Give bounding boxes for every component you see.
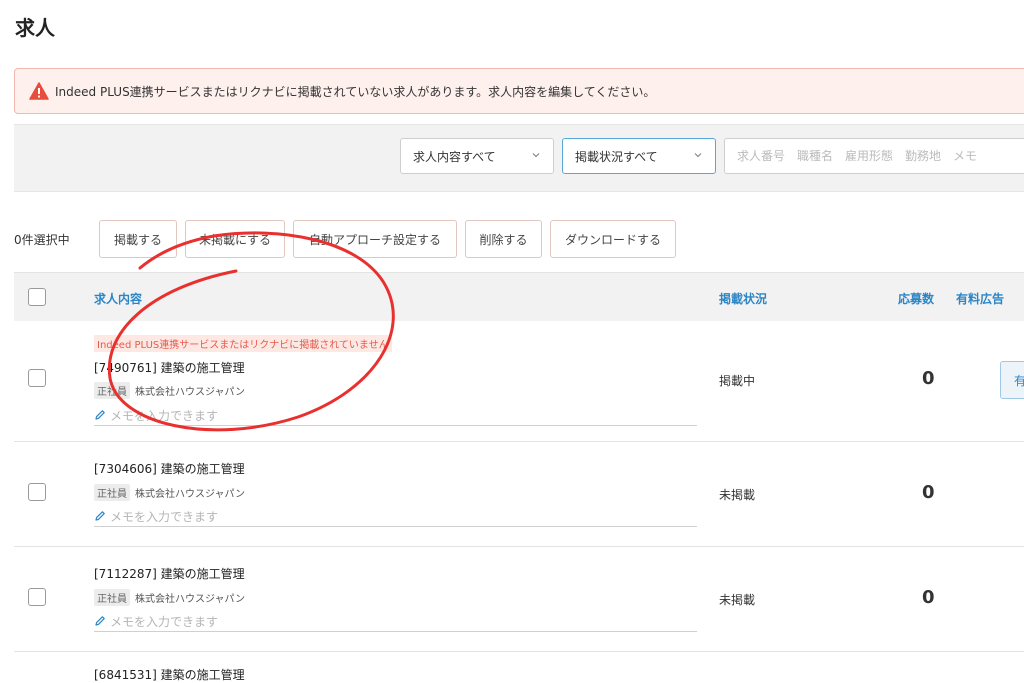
chevron-down-icon [532, 153, 540, 158]
job-title[interactable]: [7490761] 建築の施工管理 [94, 359, 245, 376]
header-paid-ad[interactable]: 有料広告 [956, 290, 1004, 307]
applicant-count[interactable]: 0 [922, 368, 935, 389]
row-status: 掲載中 [719, 374, 756, 388]
selected-count: 0件選択中 [14, 233, 70, 247]
memo-placeholder: メモを入力できます [110, 408, 219, 423]
job-meta: 正社員 株式会社ハウスジャパン [94, 484, 245, 501]
content-filter-select[interactable]: 求人内容すべて [400, 138, 554, 174]
row-status: 未掲載 [719, 593, 756, 607]
warning-alert: Indeed PLUS連携サービスまたはリクナビに掲載されていない求人があります… [14, 68, 1024, 114]
filter-bar: 求人内容すべて 掲載状況すべて [14, 124, 1024, 192]
company-name: 株式会社ハウスジャパン [135, 489, 245, 500]
table-header: 求人内容 掲載状況 応募数 有料広告 [14, 272, 1024, 322]
company-name: 株式会社ハウスジャパン [135, 387, 245, 398]
table-row: Indeed PLUS連携サービスまたはリクナビに掲載されていません [7490… [14, 321, 1024, 442]
row-checkbox[interactable] [28, 483, 46, 501]
job-title[interactable]: [7304606] 建築の施工管理 [94, 460, 245, 477]
job-title[interactable]: [6841531] 建築の施工管理 [94, 666, 245, 683]
row-checkbox[interactable] [28, 369, 46, 387]
auto-approach-button[interactable]: 自動アプローチ設定する [293, 220, 457, 258]
publish-button[interactable]: 掲載する [99, 220, 177, 258]
job-title[interactable]: [7112287] 建築の施工管理 [94, 565, 245, 582]
delete-button[interactable]: 削除する [465, 220, 542, 258]
pencil-icon [95, 616, 105, 626]
job-meta: 正社員 株式会社ハウスジャパン [94, 382, 245, 399]
table-row: [6841531] 建築の施工管理 [14, 652, 1024, 683]
row-status: 未掲載 [719, 488, 756, 502]
pencil-icon [95, 511, 105, 521]
unpublish-button[interactable]: 未掲載にする [185, 220, 285, 258]
table-row: [7304606] 建築の施工管理 正社員 株式会社ハウスジャパン メモを入力で… [14, 442, 1024, 547]
status-filter-select[interactable]: 掲載状況すべて [562, 138, 716, 174]
pencil-icon [95, 410, 105, 420]
employment-type-tag: 正社員 [94, 589, 130, 606]
page-title: 求人 [15, 16, 55, 40]
select-all-checkbox[interactable] [28, 288, 46, 306]
memo-placeholder: メモを入力できます [110, 614, 219, 629]
header-content[interactable]: 求人内容 [94, 290, 142, 307]
table-row: [7112287] 建築の施工管理 正社員 株式会社ハウスジャパン メモを入力で… [14, 547, 1024, 652]
header-applicants[interactable]: 応募数 [898, 290, 934, 307]
employment-type-tag: 正社員 [94, 382, 130, 399]
download-button[interactable]: ダウンロードする [550, 220, 676, 258]
applicant-count[interactable]: 0 [922, 587, 935, 608]
employment-type-tag: 正社員 [94, 484, 130, 501]
memo-field[interactable]: メモを入力できます [94, 611, 697, 632]
paid-ad-button[interactable]: 有 [1000, 361, 1024, 399]
header-status[interactable]: 掲載状況 [719, 290, 767, 307]
row-warning: Indeed PLUS連携サービスまたはリクナビに掲載されていません [94, 335, 392, 352]
chevron-down-icon [694, 153, 702, 158]
search-input[interactable] [724, 138, 1024, 174]
company-name: 株式会社ハウスジャパン [135, 594, 245, 605]
memo-placeholder: メモを入力できます [110, 509, 219, 524]
status-filter-value: 掲載状況すべて [575, 149, 658, 164]
memo-field[interactable]: メモを入力できます [94, 506, 697, 527]
content-filter-value: 求人内容すべて [413, 149, 496, 164]
warning-icon [29, 82, 49, 100]
memo-field[interactable]: メモを入力できます [94, 405, 697, 426]
row-checkbox[interactable] [28, 588, 46, 606]
alert-text: Indeed PLUS連携サービスまたはリクナビに掲載されていない求人があります… [55, 84, 656, 99]
applicant-count[interactable]: 0 [922, 482, 935, 503]
job-meta: 正社員 株式会社ハウスジャパン [94, 589, 245, 606]
